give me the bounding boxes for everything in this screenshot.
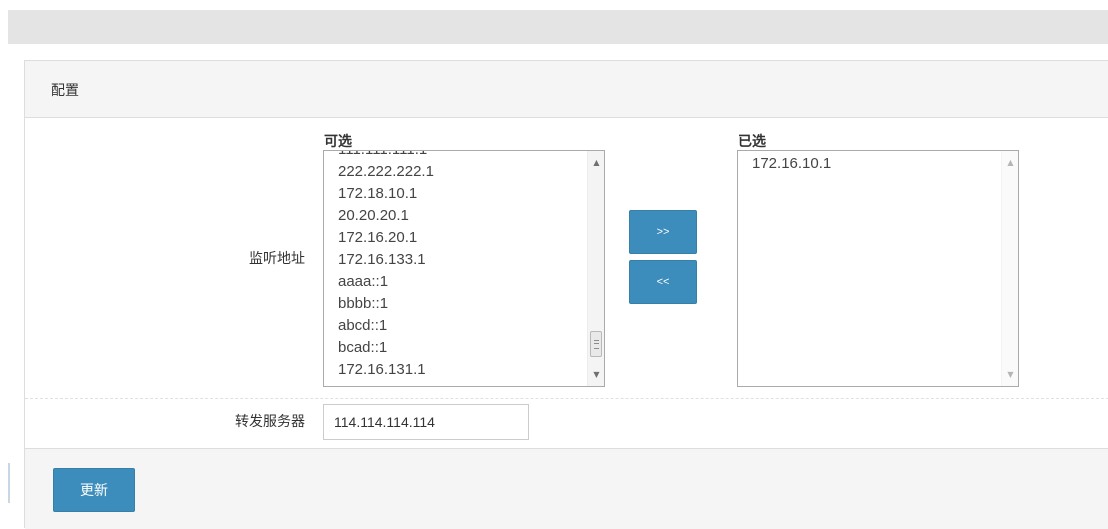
- list-item[interactable]: 172.16.20.1: [338, 227, 434, 249]
- list-item[interactable]: 172.16.10.1: [752, 153, 831, 175]
- grip-icon: [594, 340, 599, 349]
- listen-address-label: 监听地址: [249, 251, 305, 267]
- remove-selected-button[interactable]: <<: [629, 260, 697, 304]
- available-items: 111.111.111.1 222.222.222.1 172.18.10.1 …: [338, 151, 434, 381]
- left-edge-marker: [8, 463, 10, 503]
- scroll-down-icon[interactable]: ▼: [588, 366, 604, 383]
- list-item[interactable]: 20.20.20.1: [338, 205, 434, 227]
- scroll-up-icon[interactable]: ▲: [588, 154, 604, 171]
- add-selected-button[interactable]: >>: [629, 210, 697, 254]
- scroll-thumb[interactable]: [590, 331, 602, 357]
- forward-server-label: 转发服务器: [235, 414, 305, 430]
- selected-title: 已选: [738, 134, 766, 150]
- available-title: 可选: [324, 134, 352, 150]
- available-listbox[interactable]: 111.111.111.1 222.222.222.1 172.18.10.1 …: [323, 150, 605, 387]
- forward-server-input[interactable]: 114.114.114.114: [323, 404, 529, 440]
- selected-scrollbar[interactable]: ▲ ▼: [1001, 151, 1018, 386]
- selected-listbox[interactable]: 172.16.10.1 ▲ ▼: [737, 150, 1019, 387]
- scroll-up-icon[interactable]: ▲: [1002, 154, 1018, 171]
- top-bar: [8, 10, 1108, 44]
- selected-items: 172.16.10.1: [752, 153, 831, 175]
- panel-footer: 更新: [25, 448, 1108, 529]
- list-item[interactable]: 172.16.133.1: [338, 249, 434, 271]
- update-button[interactable]: 更新: [53, 468, 135, 512]
- panel-heading: 配置: [25, 61, 1108, 118]
- list-item[interactable]: 222.222.222.1: [338, 161, 434, 183]
- list-item[interactable]: bbbb::1: [338, 293, 434, 315]
- list-item[interactable]: 111.111.111.1: [338, 151, 434, 161]
- scroll-down-icon[interactable]: ▼: [1002, 366, 1018, 383]
- config-panel: 配置 监听地址 可选 111.111.111.1 222.222.222.1 1…: [24, 60, 1108, 529]
- list-item[interactable]: 172.16.131.1: [338, 359, 434, 381]
- list-item[interactable]: 172.18.10.1: [338, 183, 434, 205]
- list-item[interactable]: aaaa::1: [338, 271, 434, 293]
- available-scrollbar[interactable]: ▲ ▼: [587, 151, 604, 386]
- form-divider: [25, 398, 1108, 399]
- list-item[interactable]: abcd::1: [338, 315, 434, 337]
- panel-title: 配置: [51, 83, 79, 99]
- list-item[interactable]: bcad::1: [338, 337, 434, 359]
